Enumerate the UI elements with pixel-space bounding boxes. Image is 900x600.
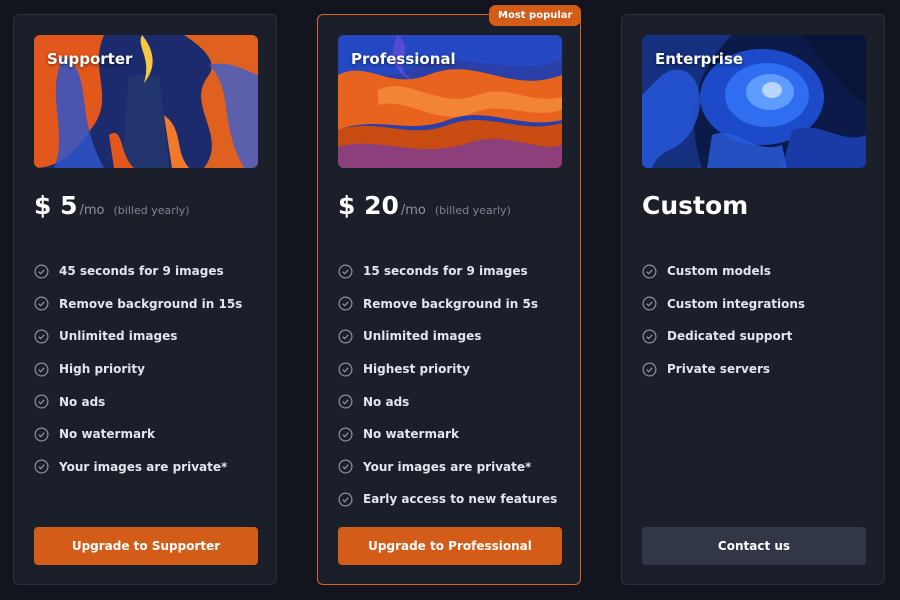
check-circle-icon	[642, 329, 657, 344]
contact-us-button[interactable]: Contact us	[642, 527, 866, 565]
feature-text: Custom models	[667, 264, 771, 279]
price-amount: $ 20	[338, 191, 399, 220]
feature-item: Custom models	[642, 255, 805, 288]
billing-note: (billed yearly)	[113, 204, 190, 217]
feature-item: No ads	[34, 385, 242, 418]
feature-item: No ads	[338, 385, 557, 418]
check-circle-icon	[338, 362, 353, 377]
feature-text: Remove background in 15s	[59, 296, 243, 311]
feature-text: No ads	[363, 394, 410, 409]
upgrade-professional-button[interactable]: Upgrade to Professional	[338, 527, 562, 565]
feature-text: No ads	[59, 394, 106, 409]
check-circle-icon	[642, 362, 657, 377]
feature-item: Unlimited images	[338, 320, 557, 353]
feature-item: Your images are private*	[338, 451, 557, 484]
check-circle-icon	[34, 362, 49, 377]
check-circle-icon	[34, 296, 49, 311]
feature-item: 45 seconds for 9 images	[34, 255, 242, 288]
feature-text: Early access to new features	[363, 492, 558, 507]
check-circle-icon	[34, 427, 49, 442]
feature-text: High priority	[59, 362, 145, 377]
plan-price: $ 20 /mo (billed yearly)	[338, 191, 511, 220]
check-circle-icon	[338, 492, 353, 507]
plan-price: $ 5 /mo (billed yearly)	[34, 191, 190, 220]
feature-text: Your images are private*	[363, 459, 532, 474]
check-circle-icon	[34, 264, 49, 279]
feature-list: 45 seconds for 9 images Remove backgroun…	[34, 255, 242, 483]
feature-item: Early access to new features	[338, 483, 557, 516]
feature-list: 15 seconds for 9 images Remove backgroun…	[338, 255, 557, 516]
billing-note: (billed yearly)	[434, 204, 511, 217]
most-popular-badge: Most popular	[489, 5, 582, 26]
plan-card-professional: Most popular Professional $ 20 /mo (bill…	[317, 5, 582, 585]
price-period: /mo	[79, 203, 105, 218]
feature-item: Dedicated support	[642, 320, 805, 353]
plan-price: Custom	[642, 191, 748, 220]
check-circle-icon	[338, 329, 353, 344]
check-circle-icon	[338, 296, 353, 311]
feature-item: Unlimited images	[34, 320, 242, 353]
feature-item: Remove background in 5s	[338, 288, 557, 321]
feature-item: Your images are private*	[34, 451, 242, 484]
price-amount: $ 5	[34, 191, 78, 220]
feature-text: Private servers	[667, 362, 771, 377]
feature-item: Remove background in 15s	[34, 288, 242, 321]
feature-item: High priority	[34, 353, 242, 386]
feature-text: Custom integrations	[667, 296, 806, 311]
feature-text: Dedicated support	[667, 329, 793, 344]
check-circle-icon	[642, 296, 657, 311]
plan-name: Professional	[351, 50, 456, 68]
feature-text: No watermark	[59, 427, 155, 442]
feature-item: Highest priority	[338, 353, 557, 386]
check-circle-icon	[34, 459, 49, 474]
plan-hero-image: Enterprise	[642, 35, 866, 168]
feature-text: 45 seconds for 9 images	[59, 264, 224, 279]
feature-text: 15 seconds for 9 images	[363, 264, 528, 279]
feature-item: Private servers	[642, 353, 805, 386]
feature-item: No watermark	[338, 418, 557, 451]
feature-text: Unlimited images	[59, 329, 178, 344]
price-period: /mo	[400, 203, 426, 218]
plan-name: Enterprise	[655, 50, 744, 68]
feature-text: Your images are private*	[59, 459, 228, 474]
check-circle-icon	[34, 329, 49, 344]
feature-text: Highest priority	[363, 362, 470, 377]
feature-text: Unlimited images	[363, 329, 482, 344]
plan-card-enterprise: Enterprise Custom Custom models Custom i…	[621, 14, 885, 585]
feature-text: No watermark	[363, 427, 459, 442]
feature-item: 15 seconds for 9 images	[338, 255, 557, 288]
plan-hero-image: Professional	[338, 35, 562, 168]
check-circle-icon	[642, 264, 657, 279]
check-circle-icon	[338, 264, 353, 279]
check-circle-icon	[338, 427, 353, 442]
feature-item: No watermark	[34, 418, 242, 451]
plan-card-supporter: Supporter $ 5 /mo (billed yearly) 45 sec…	[13, 14, 277, 585]
plan-hero-image: Supporter	[34, 35, 258, 168]
upgrade-supporter-button[interactable]: Upgrade to Supporter	[34, 527, 258, 565]
feature-list: Custom models Custom integrations Dedica…	[642, 255, 805, 385]
price-amount: Custom	[642, 191, 749, 220]
feature-text: Remove background in 5s	[363, 296, 538, 311]
check-circle-icon	[34, 394, 49, 409]
plan-name: Supporter	[47, 50, 133, 68]
check-circle-icon	[338, 394, 353, 409]
feature-item: Custom integrations	[642, 288, 805, 321]
check-circle-icon	[338, 459, 353, 474]
